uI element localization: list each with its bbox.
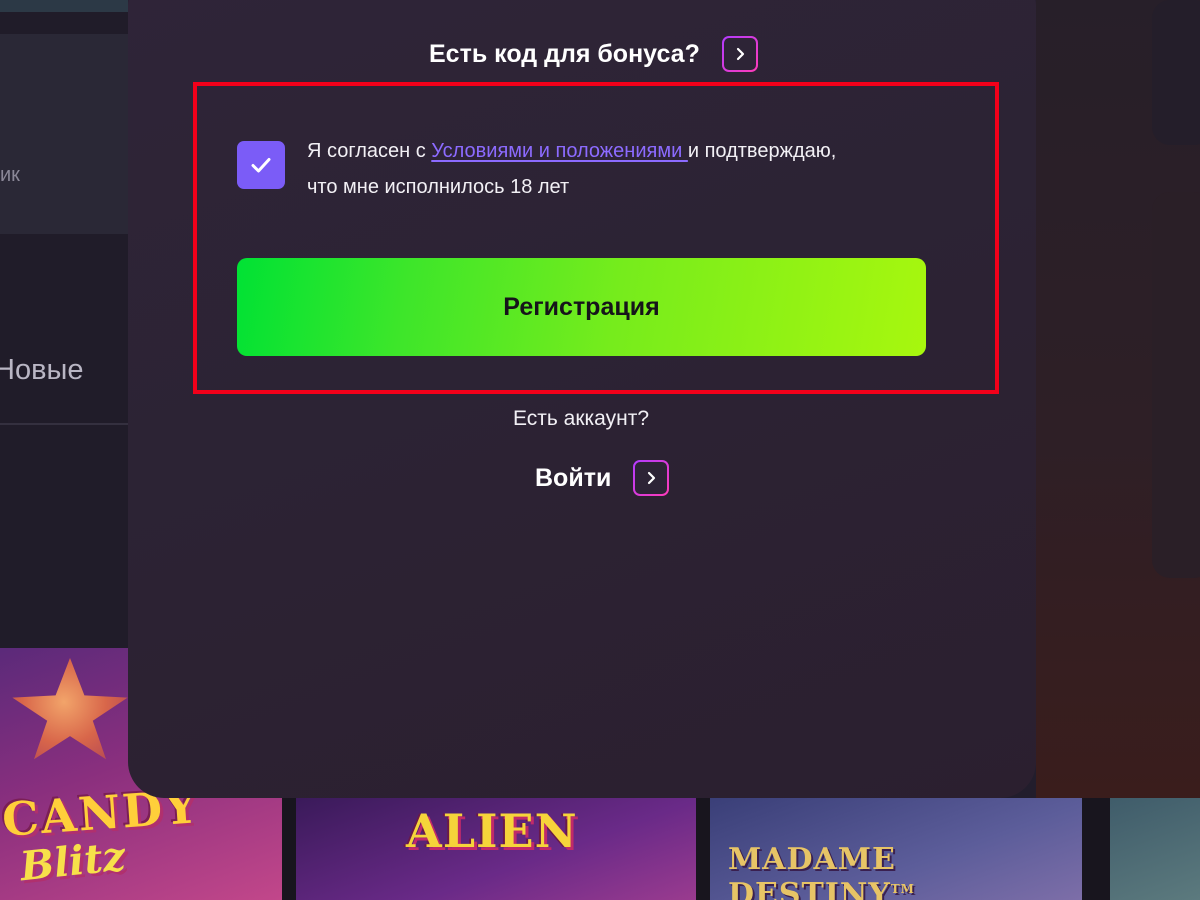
have-account-text: Есть аккаунт? (512, 407, 650, 430)
bonus-code-question[interactable]: Есть код для бонуса? (429, 40, 700, 69)
background-right-card (1152, 0, 1200, 145)
chevron-right-icon (648, 471, 656, 485)
background-section-new[interactable]: Новые (0, 354, 83, 387)
tile-gap (696, 798, 710, 900)
game-tile-alien-fruits[interactable]: ALIEN (296, 798, 696, 900)
trademark-mark: TM (890, 882, 915, 896)
background-card-label: ик (0, 164, 20, 186)
game-title: MADAME DESTINYTM (728, 842, 1082, 900)
terms-link[interactable]: Условиями и положениями (431, 140, 688, 162)
game-title: ALIEN (406, 804, 578, 858)
tile-gap (282, 798, 296, 900)
bonus-code-row: Есть код для бонуса? (429, 36, 758, 72)
tile-gap (1082, 798, 1110, 900)
candy-star-image (12, 658, 128, 760)
register-button[interactable]: Регистрация (237, 258, 926, 356)
game-tile-madame-destiny[interactable]: MADAME DESTINYTM (710, 798, 1082, 900)
bonus-code-toggle-button[interactable] (722, 36, 758, 72)
background-card (0, 34, 128, 234)
login-row: Войти (535, 459, 669, 497)
terms-consent-text: Я согласен с Условиями и положениями и п… (307, 133, 867, 205)
terms-text-before: Я согласен с (307, 140, 432, 162)
login-button[interactable] (633, 460, 669, 496)
game-subtitle: Blitz (17, 832, 128, 891)
background-right-card (1152, 192, 1200, 578)
login-link[interactable]: Войти (535, 464, 611, 493)
chevron-right-icon (736, 47, 744, 61)
background-top-bar (0, 0, 128, 12)
game-title-text: MADAME DESTINY (728, 842, 896, 900)
terms-checkbox[interactable] (237, 141, 285, 189)
screen: ик Новые CANDY Blitz ALIEN MADAME DESTIN… (0, 0, 1200, 900)
checkmark-icon (251, 158, 271, 173)
game-tile[interactable] (1110, 798, 1200, 900)
